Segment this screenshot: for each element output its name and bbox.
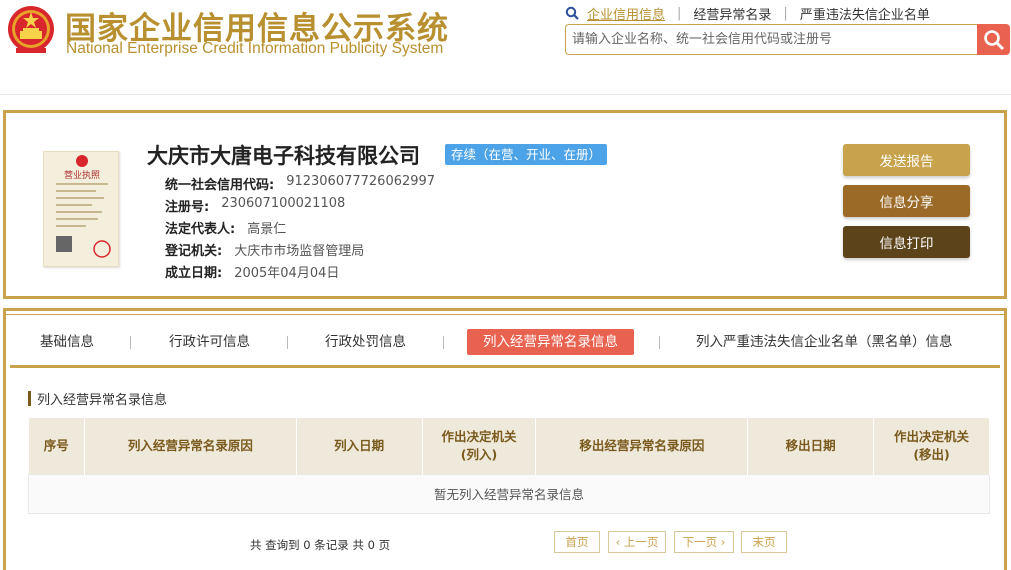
- send-report-button[interactable]: 发送报告: [843, 144, 970, 176]
- license-title: 营业执照: [64, 169, 100, 181]
- info-label: 成立日期:: [165, 266, 223, 281]
- info-row-authority: 登记机关: 大庆市市场监督管理局: [165, 240, 364, 259]
- national-emblem-icon: [8, 6, 54, 53]
- col-list-authority: 作出决定机关 (列入): [422, 418, 537, 474]
- share-info-button[interactable]: 信息分享: [843, 185, 970, 217]
- col-index: 序号: [28, 418, 85, 474]
- col-remove-reason: 移出经营异常名录原因: [535, 418, 749, 474]
- nav-separator: |: [783, 5, 788, 21]
- search-button[interactable]: [977, 24, 1010, 55]
- section-title: 列入经营异常名录信息: [37, 393, 168, 408]
- table-row: 暂无列入经营异常名录信息: [28, 473, 990, 514]
- info-label: 法定代表人:: [165, 222, 236, 237]
- info-label: 注册号:: [165, 200, 210, 215]
- info-label: 统一社会信用代码:: [165, 178, 275, 193]
- tab-abnormal-list[interactable]: 列入经营异常名录信息: [467, 329, 634, 355]
- tab-separator: [443, 336, 444, 349]
- status-badge: 存续（在营、开业、在册）: [445, 144, 608, 165]
- panel-divider: [6, 314, 1004, 315]
- tab-basic-info[interactable]: 基础信息: [40, 329, 94, 355]
- info-value: 230607100021108: [221, 196, 346, 211]
- info-row-legal-rep: 法定代表人: 高景仁: [165, 218, 286, 237]
- next-page-button[interactable]: 下一页 ›: [674, 531, 734, 553]
- info-row-reg-no: 注册号: 230607100021108: [165, 196, 345, 215]
- empty-message: 暂无列入经营异常名录信息: [28, 473, 990, 514]
- col-list-date: 列入日期: [296, 418, 423, 474]
- info-value: 大庆市市场监督管理局: [234, 244, 365, 259]
- info-value: 912306077726062997: [286, 174, 436, 189]
- tab-admin-penalty[interactable]: 行政处罚信息: [325, 329, 406, 355]
- info-row-established: 成立日期: 2005年04月04日: [165, 262, 339, 281]
- top-nav: 企业信用信息 | 经营异常名录 | 严重违法失信企业名单: [565, 4, 930, 23]
- info-value: 高景仁: [247, 222, 287, 237]
- col-list-reason: 列入经营异常名录原因: [84, 418, 297, 474]
- nav-separator: |: [677, 5, 682, 21]
- search-input[interactable]: [565, 24, 977, 55]
- tab-blacklist[interactable]: 列入严重违法失信企业名单（黑名单）信息: [696, 329, 953, 355]
- nav-blacklist-link[interactable]: 严重违法失信企业名单: [800, 4, 930, 23]
- last-page-button[interactable]: 末页: [741, 531, 787, 553]
- prev-page-button[interactable]: ‹ 上一页: [608, 531, 666, 553]
- tabs-underline: [10, 365, 1000, 368]
- site-header: 国家企业信用信息公示系统 National Enterprise Credit …: [0, 0, 1011, 95]
- search-icon: [565, 6, 579, 20]
- col-remove-authority: 作出决定机关 (移出): [873, 418, 990, 474]
- header-divider: [0, 94, 1011, 95]
- company-card: 营业执照 大庆市大唐电子科技有限公司 存续（在营、开业、在册） 统一社会信用代码…: [3, 110, 1007, 299]
- tab-separator: [659, 336, 660, 349]
- tab-separator: [130, 336, 131, 349]
- abnormal-list-table: 序号 列入经营异常名录原因 列入日期 作出决定机关 (列入) 移出经营异常名录原…: [28, 418, 990, 514]
- site-title-en: National Enterprise Credit Information P…: [66, 40, 444, 57]
- tab-bar: 基础信息 行政许可信息 行政处罚信息 列入经营异常名录信息 列入严重违法失信企业…: [6, 329, 1004, 359]
- license-thumbnail-icon: 营业执照: [56, 155, 111, 258]
- section-heading: 列入经营异常名录信息: [28, 389, 167, 408]
- info-label: 登记机关:: [165, 244, 223, 259]
- nav-abnormal-list-link[interactable]: 经营异常名录: [693, 4, 771, 23]
- tab-panel: 基础信息 行政许可信息 行政处罚信息 列入经营异常名录信息 列入严重违法失信企业…: [3, 308, 1007, 570]
- company-name: 大庆市大唐电子科技有限公司: [147, 144, 420, 168]
- col-remove-date: 移出日期: [747, 418, 875, 474]
- tab-admin-license[interactable]: 行政许可信息: [169, 329, 250, 355]
- info-value: 2005年04月04日: [234, 266, 340, 281]
- table-header-row: 序号 列入经营异常名录原因 列入日期 作出决定机关 (列入) 移出经营异常名录原…: [28, 418, 990, 474]
- pagination-summary: 共 查询到 0 条记录 共 0 页: [250, 538, 391, 552]
- tab-separator: [287, 336, 288, 349]
- first-page-button[interactable]: 首页: [554, 531, 600, 553]
- print-info-button[interactable]: 信息打印: [843, 226, 970, 258]
- search-icon: [983, 29, 1004, 50]
- nav-credit-info-link[interactable]: 企业信用信息: [587, 4, 665, 23]
- heading-marker: [28, 391, 31, 406]
- business-license-image: 营业执照: [43, 151, 119, 267]
- info-row-credit-code: 统一社会信用代码: 912306077726062997: [165, 174, 435, 193]
